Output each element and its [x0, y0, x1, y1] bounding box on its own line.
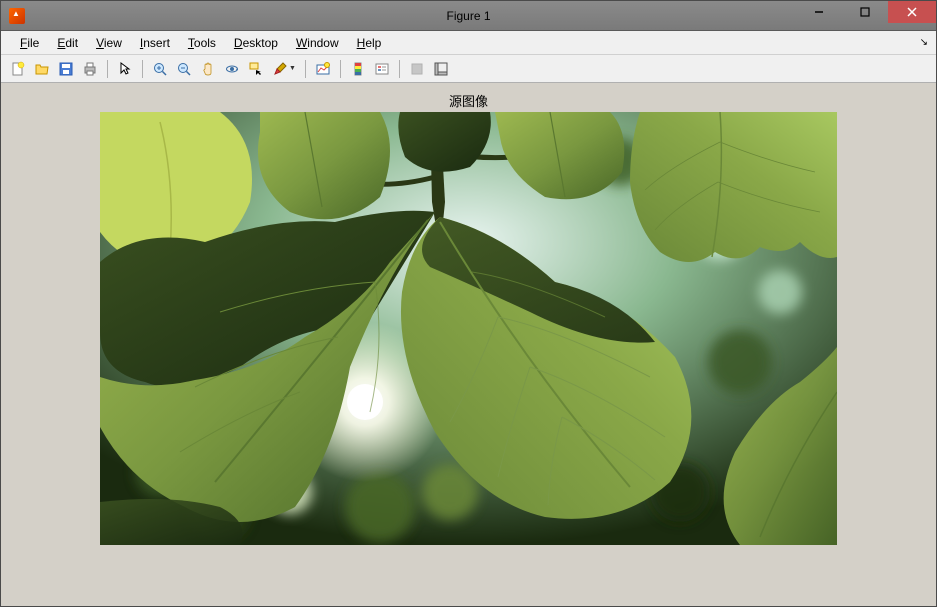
- save-figure-button[interactable]: [55, 58, 77, 80]
- minimize-button[interactable]: [796, 1, 842, 23]
- save-icon: [58, 61, 74, 77]
- toolbar-separator: [399, 60, 400, 78]
- menu-edit[interactable]: Edit: [48, 33, 87, 53]
- insert-legend-button[interactable]: [371, 58, 393, 80]
- leaf-photo-icon: [100, 112, 837, 545]
- rotate-icon: [224, 61, 240, 77]
- pointer-icon: [117, 61, 133, 77]
- figure-window: Figure 1 File Edit View Insert Tools Des…: [0, 0, 937, 607]
- matlab-icon: [9, 8, 25, 24]
- insert-colorbar-button[interactable]: [347, 58, 369, 80]
- menu-desktop[interactable]: Desktop: [225, 33, 287, 53]
- toolbar-separator: [305, 60, 306, 78]
- show-tools-icon: [433, 61, 449, 77]
- data-cursor-button[interactable]: [245, 58, 267, 80]
- zoom-in-button[interactable]: [149, 58, 171, 80]
- link-plot-button[interactable]: [312, 58, 334, 80]
- brush-icon: [272, 61, 288, 77]
- close-button[interactable]: [888, 1, 936, 23]
- image-display[interactable]: [100, 112, 837, 545]
- open-folder-icon: [34, 61, 50, 77]
- edit-plot-button[interactable]: [114, 58, 136, 80]
- print-figure-button[interactable]: [79, 58, 101, 80]
- plot-title: 源图像: [449, 91, 488, 110]
- titlebar[interactable]: Figure 1: [1, 1, 936, 31]
- data-cursor-icon: [248, 61, 264, 77]
- figure-content: 源图像: [5, 87, 932, 602]
- window-title: Figure 1: [446, 9, 490, 23]
- menubar: File Edit View Insert Tools Desktop Wind…: [1, 31, 936, 55]
- zoom-out-icon: [176, 61, 192, 77]
- menu-tools[interactable]: Tools: [179, 33, 225, 53]
- rotate-3d-button[interactable]: [221, 58, 243, 80]
- menu-view[interactable]: View: [87, 33, 131, 53]
- legend-icon: [374, 61, 390, 77]
- hand-icon: [200, 61, 216, 77]
- menu-insert[interactable]: Insert: [131, 33, 179, 53]
- open-file-button[interactable]: [31, 58, 53, 80]
- menu-file[interactable]: File: [11, 33, 48, 53]
- hide-plot-tools-button: [406, 58, 428, 80]
- toolbar-separator: [142, 60, 143, 78]
- new-file-icon: [10, 61, 26, 77]
- hide-tools-icon: [409, 61, 425, 77]
- maximize-button[interactable]: [842, 1, 888, 23]
- show-plot-tools-button[interactable]: [430, 58, 452, 80]
- menubar-overflow-icon[interactable]: ↘: [920, 37, 928, 48]
- menu-window[interactable]: Window: [287, 33, 348, 53]
- link-icon: [315, 61, 331, 77]
- toolbar: ▼: [1, 55, 936, 83]
- zoom-in-icon: [152, 61, 168, 77]
- figure-area: 源图像: [1, 83, 936, 606]
- menu-help[interactable]: Help: [348, 33, 391, 53]
- zoom-out-button[interactable]: [173, 58, 195, 80]
- print-icon: [82, 61, 98, 77]
- window-controls: [796, 1, 936, 30]
- brush-button[interactable]: ▼: [269, 58, 299, 80]
- new-figure-button[interactable]: [7, 58, 29, 80]
- dropdown-arrow-icon: ▼: [289, 65, 296, 72]
- pan-button[interactable]: [197, 58, 219, 80]
- toolbar-separator: [107, 60, 108, 78]
- toolbar-separator: [340, 60, 341, 78]
- colorbar-icon: [350, 61, 366, 77]
